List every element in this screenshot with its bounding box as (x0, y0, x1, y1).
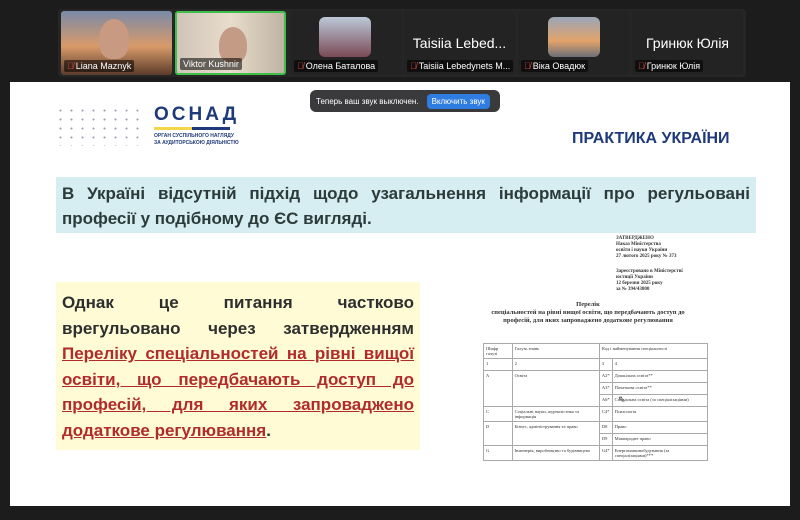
table-cell: G4* (598, 445, 613, 461)
logo-dots-pattern (55, 106, 145, 146)
avatar (319, 17, 371, 57)
table-cell: C (483, 406, 513, 422)
logo-subtitle: ЗА АУДИТОРСЬКОЮ ДІЯЛЬНІСТЮ (154, 140, 239, 146)
table-cell: Шифр галузі (483, 343, 513, 359)
period: . (266, 420, 271, 440)
table-row: D Бізнес, адміністрування та право D8 Право (483, 421, 709, 446)
participant-tile[interactable]: Гринюк Юлія 🎙̸ Гринюк Юлія (632, 11, 743, 75)
table-cell: 4 (611, 358, 709, 371)
mic-muted-icon: 🎙̸ (638, 61, 645, 71)
doc-subheading: спеціальностей на рівні вищої освіти, що… (491, 309, 685, 324)
document-link[interactable]: Переліку спеціальностей на рівні вищої о… (62, 344, 414, 440)
table-header: Шифр галузі Галузь знань Код і найменуванн… (483, 343, 709, 359)
approval-stamp: ЗАТВЕРДЖЕНО Наказ Міністерства освіти і … (616, 236, 676, 260)
participant-video (99, 19, 129, 59)
participant-name: Liana Maznyk (75, 61, 132, 71)
table-cell: D9 (598, 433, 613, 446)
slide-title: ПРАКТИКА УКРАЇНИ (572, 130, 730, 147)
table-cell: Спеціальна освіта (за спеціалізаціями) (611, 394, 709, 407)
participant-tile[interactable]: 🎙̸ Liana Maznyk (61, 11, 172, 75)
table-cell: Освіта (511, 370, 600, 407)
participant-tile[interactable]: 🎙̸ Олена Баталова (291, 11, 402, 75)
registration-stamp: Зареєстровано в Міністерстві юстиції Укр… (616, 269, 683, 293)
document-image: ЗАТВЕРДЖЕНО Наказ Міністерства освіти і … (438, 233, 758, 481)
mute-notification: Теперь ваш звук выключен. Включить звук (310, 90, 500, 112)
table-cell: Психологія (611, 406, 709, 422)
participant-name: Гринюк Юлія (646, 61, 701, 71)
table-row: G Інженерія, виробництво та будівництво G4… (483, 445, 709, 461)
table-cell: Галузь знань (511, 343, 600, 359)
table-cell: 2 (511, 358, 600, 371)
doc-line: 27 лютого 2025 року № 373 (616, 254, 677, 259)
doc-title: Перелік спеціальностей на рівні вищої ос… (488, 301, 688, 325)
table-cell: A6* (598, 394, 613, 407)
table-row: C Соціальні науки, журналістика та інформ… (483, 406, 709, 422)
yellow-text: Однак це питання частково врегульовано ч… (62, 293, 414, 338)
logo-bar (154, 127, 230, 130)
toast-message: Теперь ваш звук выключен. (316, 96, 419, 106)
mouse-cursor-icon: ⇖ (618, 394, 626, 404)
table-cell: 1 (483, 358, 513, 371)
table-cell: G (483, 445, 513, 461)
table-cell: Бізнес, адміністрування та право (511, 421, 600, 446)
logo-title: ОСНАД (154, 104, 240, 125)
table-cell: Інженерія, виробництво та будівництво (511, 445, 600, 461)
highlight-box-blue: В Україні відсутній підхід щодо узагальн… (56, 177, 756, 233)
table-cell: Соціальні науки, журналістика та інформа… (511, 406, 600, 422)
table-cell: C4* (598, 406, 613, 422)
logo-subtitle: ОРГАН СУСПІЛЬНОГО НАГЛЯДУ (154, 133, 235, 139)
mic-muted-icon: 🎙̸ (524, 61, 531, 71)
highlight-box-yellow: Однак це питання частково врегульовано ч… (56, 282, 420, 450)
doc-table: Шифр галузі Галузь знань Код і найменуванн… (483, 343, 709, 461)
doc-line: за № 394/43800 (616, 287, 650, 292)
mic-muted-icon: 🎙̸ (297, 61, 304, 71)
unmute-button[interactable]: Включить звук (426, 93, 490, 109)
table-cell: Енергомашинобудування (за спеціалізаціям… (611, 445, 709, 461)
participant-display-name: Taisiia Lebed... (412, 35, 507, 51)
table-cell: A2* (598, 370, 613, 383)
mic-muted-icon: 🎙̸ (410, 61, 417, 71)
table-row: 1234 (483, 358, 709, 371)
table-cell: Право (611, 421, 709, 434)
participant-tile[interactable]: 🎙̸ Віка Овадюк (518, 11, 629, 75)
table-cell: A3* (598, 382, 613, 395)
mic-muted-icon: 🎙̸ (67, 61, 74, 71)
participant-name: Taisiia Lebedynets M... (418, 61, 511, 71)
table-row: A Освіта A2* Дошкільна освіта** (483, 370, 709, 407)
table-cell: Початкова освіта** (611, 382, 709, 395)
avatar (548, 17, 600, 57)
table-cell: Дошкільна освіта** (611, 370, 709, 383)
osnad-logo: ОСНАД ОРГАН СУСПІЛЬНОГО НАГЛЯДУ ЗА АУДИТ… (154, 104, 239, 147)
participant-name: Viktor Kushnir (183, 59, 239, 69)
participant-display-name: Гринюк Юлія (645, 35, 730, 51)
table-cell: 3 (598, 358, 613, 371)
participant-name: Олена Баталова (305, 61, 376, 71)
doc-heading: Перелік (576, 301, 600, 308)
table-cell: D8 (598, 421, 613, 434)
participant-tile-active-speaker[interactable]: Viktor Kushnir (175, 11, 286, 75)
participant-tile[interactable]: Taisiia Lebed... 🎙̸ Taisiia Lebedynets M.… (404, 11, 515, 75)
table-cell: Міжнародне право (611, 433, 709, 446)
table-cell: Код і найменування спеціальності (598, 343, 709, 359)
participant-name: Віка Овадюк (532, 61, 586, 71)
table-cell: A (483, 370, 513, 407)
table-cell: D (483, 421, 513, 446)
